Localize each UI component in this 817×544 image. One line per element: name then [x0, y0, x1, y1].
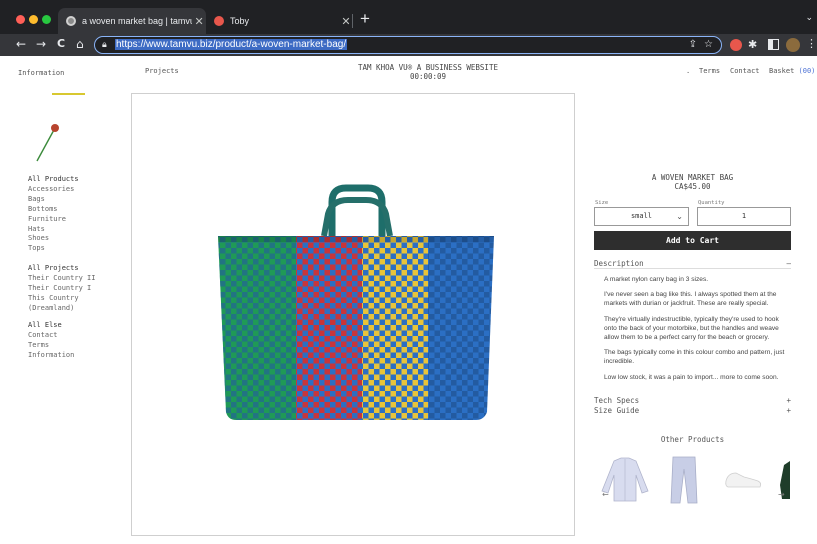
share-icon[interactable]: ⇪ — [689, 39, 697, 50]
basket-count: (00) — [798, 67, 816, 75]
sidebar-products-title[interactable]: All Products — [28, 175, 79, 185]
quantity-label: Quantity — [698, 200, 725, 206]
sidebar-item-information[interactable]: Information — [28, 351, 74, 361]
decorative-slider-line — [52, 93, 85, 95]
size-guide-title: Size Guide — [594, 406, 640, 415]
back-icon[interactable]: ← — [16, 37, 26, 51]
sidebar-item-accessories[interactable]: Accessories — [28, 185, 79, 195]
description-paragraph: I've never seen a bag like this. I alway… — [604, 291, 777, 308]
sidebar-item-their-country-ii[interactable]: Their Country II — [28, 274, 95, 284]
description-paragraph: They're virtually indestructible, typica… — [604, 315, 779, 342]
product-thumb-pants[interactable] — [667, 455, 701, 505]
product-name: A WOVEN MARKET BAG — [651, 173, 734, 182]
chevron-down-icon: ⌄ — [676, 212, 683, 221]
sidebar-item-their-country-i[interactable]: Their Country I — [28, 284, 95, 294]
sidebar-item-shoes[interactable]: Shoes — [28, 234, 79, 244]
toby-extension-icon[interactable] — [730, 39, 742, 51]
home-icon[interactable]: ⌂ — [76, 37, 84, 51]
sidebar-item-dreamland[interactable]: (Dreamland) — [28, 304, 95, 314]
extensions-puzzle-icon[interactable]: ✱ — [748, 38, 757, 51]
tab-tamvu[interactable]: a woven market bag | tamvu.biz ✕ — [58, 8, 206, 34]
sidebar-item-furniture[interactable]: Furniture — [28, 215, 79, 225]
description-title: Description — [594, 259, 644, 268]
sidebar-item-bags[interactable]: Bags — [28, 195, 79, 205]
size-label: Size — [595, 200, 609, 206]
size-select-value: small — [630, 212, 653, 220]
sidebar-products: All Products Accessories Bags Bottoms Fu… — [28, 175, 79, 254]
sidebar-item-tops[interactable]: Tops — [28, 244, 79, 254]
browser-menu-icon[interactable]: ⋮ — [806, 37, 817, 50]
address-bar[interactable]: 🔒︎ https://www.tamvu.biz/product/a-woven… — [94, 36, 722, 54]
side-panel-icon[interactable] — [768, 39, 779, 50]
sidebar-item-this-country[interactable]: This Country — [28, 294, 95, 304]
site-title[interactable]: TAM KHOA VU® A BUSINESS WEBSITE 00:00:09 — [330, 63, 526, 81]
site-clock: 00:00:09 — [409, 72, 447, 81]
description-paragraph: A market nylon carry bag in 3 sizes. — [604, 276, 709, 283]
basket-label: Basket — [769, 67, 795, 75]
tech-specs-toggle[interactable]: Tech Specs + — [594, 396, 791, 405]
sidebar-projects: All Projects Their Country II Their Coun… — [28, 264, 95, 314]
toby-favicon-icon — [214, 16, 224, 26]
sidebar-projects-title[interactable]: All Projects — [28, 264, 95, 274]
tab-search-icon[interactable]: ⌄ — [805, 13, 813, 23]
product-heading: A WOVEN MARKET BAG CA$45.00 — [594, 173, 791, 191]
decorative-pin-icon — [36, 124, 59, 162]
window-maximize-button[interactable] — [42, 15, 51, 24]
sidebar-else: All Else Contact Terms Information — [28, 321, 74, 361]
description-divider — [594, 268, 791, 269]
tab-divider — [352, 14, 353, 28]
sidebar-item-bottoms[interactable]: Bottoms — [28, 205, 79, 215]
expand-icon: + — [786, 406, 791, 415]
sidebar-item-terms[interactable]: Terms — [28, 341, 74, 351]
header-dot: . — [686, 67, 691, 75]
description-toggle[interactable]: Description – — [594, 259, 791, 268]
woven-bag-image — [218, 184, 494, 420]
size-guide-toggle[interactable]: Size Guide + — [594, 406, 791, 415]
description-paragraph: The bags typically come in this colour c… — [604, 349, 785, 366]
browser-titlebar: a woven market bag | tamvu.biz ✕ Toby ✕ … — [0, 0, 817, 34]
lock-icon: 🔒︎ — [102, 40, 107, 50]
reload-icon[interactable]: C — [57, 37, 65, 50]
carousel-next-icon[interactable]: → — [778, 490, 785, 499]
product-thumb-shoes[interactable] — [722, 455, 764, 505]
header-projects-link[interactable]: Projects — [145, 67, 179, 75]
profile-avatar[interactable] — [786, 38, 800, 52]
tech-specs-title: Tech Specs — [594, 396, 640, 405]
browser-toolbar: ← → C ⌂ 🔒︎ https://www.tamvu.biz/product… — [0, 34, 817, 56]
header-information-link[interactable]: Information — [18, 69, 64, 77]
window-minimize-button[interactable] — [29, 15, 38, 24]
forward-icon[interactable]: → — [36, 37, 46, 51]
header-terms-link[interactable]: Terms — [699, 67, 720, 75]
new-tab-button[interactable]: + — [360, 9, 370, 29]
description-paragraph: Low low stock, it was a pain to import..… — [604, 373, 779, 381]
tab-title: a woven market bag | tamvu.biz — [82, 16, 192, 26]
site-title-text: TAM KHOA VU® A BUSINESS WEBSITE — [358, 63, 498, 72]
product-price: CA$45.00 — [674, 182, 711, 191]
sidebar-else-title[interactable]: All Else — [28, 321, 74, 331]
tab-title: Toby — [230, 16, 250, 26]
bookmark-star-icon[interactable]: ☆ — [704, 39, 713, 50]
tab-close-icon[interactable]: ✕ — [192, 15, 206, 28]
bag-handle-back — [328, 184, 386, 236]
description-body: A market nylon carry bag in 3 sizes. I'v… — [604, 275, 790, 388]
other-products-title: Other Products — [660, 435, 725, 444]
product-image-frame[interactable] — [131, 93, 575, 536]
window-close-button[interactable] — [16, 15, 25, 24]
carousel-prev-icon[interactable]: ← — [602, 490, 609, 499]
header-contact-link[interactable]: Contact — [730, 67, 760, 75]
tab-toby[interactable]: Toby ✕ — [206, 8, 354, 34]
quantity-input[interactable]: 1 — [697, 207, 791, 226]
url-text[interactable]: https://www.tamvu.biz/product/a-woven-ma… — [115, 39, 348, 50]
header-basket-link[interactable]: Basket (00) — [769, 67, 815, 75]
sidebar-item-hats[interactable]: Hats — [28, 225, 79, 235]
size-select[interactable]: small ⌄ — [594, 207, 689, 226]
sidebar-item-contact[interactable]: Contact — [28, 331, 74, 341]
collapse-icon: – — [786, 259, 791, 268]
expand-icon: + — [786, 396, 791, 405]
tamvu-favicon-icon — [66, 16, 76, 26]
add-to-cart-button[interactable]: Add to Cart — [594, 231, 791, 250]
